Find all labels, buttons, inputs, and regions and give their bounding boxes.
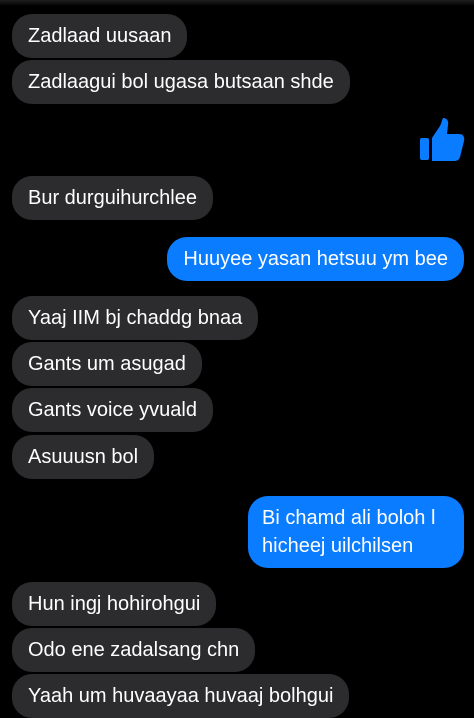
incoming-message[interactable]: Hun ingj hohirohgui bbox=[12, 582, 217, 626]
incoming-message[interactable]: Asuuusn bol bbox=[12, 435, 155, 479]
incoming-message[interactable]: Gants um asugad bbox=[12, 342, 202, 386]
incoming-message[interactable]: Zadlaad uusaan bbox=[12, 14, 188, 58]
incoming-message[interactable]: Yaah um huvaayaa huvaaj bolhgui bbox=[12, 674, 350, 718]
incoming-message[interactable]: Bur durguihurchlee bbox=[12, 176, 213, 220]
thumbs-up-icon[interactable] bbox=[418, 116, 466, 164]
incoming-message[interactable]: Gants voice yvuald bbox=[12, 388, 213, 432]
message-line: hicheej uilchilsen bbox=[262, 535, 414, 557]
incoming-message[interactable]: Zadlaagui bol ugasa butsaan shde bbox=[12, 60, 350, 104]
incoming-message[interactable]: Yaaj IIM bj chaddg bnaa bbox=[12, 296, 259, 340]
incoming-message[interactable]: Odo ene zadalsang chn bbox=[12, 628, 256, 672]
top-edge bbox=[0, 0, 474, 6]
message-line: Bi chamd ali boloh l bbox=[262, 507, 436, 529]
outgoing-message[interactable]: Huuyee yasan hetsuu ym bee bbox=[167, 237, 464, 281]
outgoing-message[interactable]: Bi chamd ali boloh l hicheej uilchilsen bbox=[248, 496, 464, 568]
